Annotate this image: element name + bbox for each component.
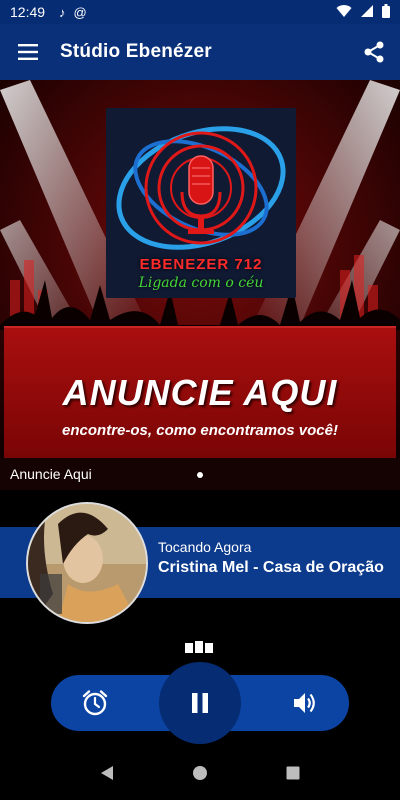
- back-triangle-icon: [100, 765, 113, 780]
- hamburger-menu-icon: [18, 44, 38, 60]
- ad-subtitle: encontre-os, como encontramos você!: [62, 422, 338, 439]
- ad-title: ANUNCIE AQUI: [62, 372, 338, 413]
- status-time: 12:49: [10, 4, 46, 20]
- share-button[interactable]: [348, 24, 400, 80]
- at-icon: @: [73, 4, 87, 20]
- carousel-indicator-dot[interactable]: [197, 472, 203, 478]
- album-cover: [26, 502, 148, 624]
- slide-caption: Anuncie Aqui: [10, 466, 92, 482]
- volume-button[interactable]: [285, 683, 325, 723]
- logo-tagline-text: Ligada com o céu: [138, 275, 264, 291]
- equalizer-icon: [185, 641, 213, 653]
- now-playing-track: Cristina Mel - Casa de Oração: [158, 559, 384, 576]
- app-bar: Stúdio Ebenézer: [0, 24, 400, 80]
- app-title: Stúdio Ebenézer: [60, 41, 212, 62]
- home-button[interactable]: [192, 765, 208, 786]
- share-icon: [364, 41, 384, 63]
- album-art-image: [28, 504, 146, 622]
- app-screen: 12:49 ♪ @ Stúdio Ebenézer EBENEZER 712 L…: [0, 0, 400, 800]
- music-note-icon: ♪: [59, 4, 66, 20]
- menu-button[interactable]: [0, 24, 56, 80]
- status-bar: 12:49 ♪ @: [0, 0, 400, 24]
- alarm-button[interactable]: [75, 683, 115, 723]
- now-playing-label: Tocando Agora: [158, 539, 252, 555]
- pause-icon: [192, 693, 208, 713]
- home-circle-icon: [192, 765, 207, 780]
- logo-brand-text: EBENEZER 712: [139, 256, 263, 273]
- pause-button[interactable]: [159, 662, 241, 744]
- back-button[interactable]: [99, 765, 115, 786]
- alarm-clock-icon: [82, 690, 108, 716]
- ad-carousel[interactable]: EBENEZER 712 Ligada com o céu ANUNCIE AQ…: [0, 80, 400, 490]
- wifi-icon: [336, 4, 352, 21]
- system-nav-bar: [0, 750, 400, 800]
- signal-icon: [360, 4, 374, 21]
- station-logo: EBENEZER 712 Ligada com o céu: [106, 108, 296, 298]
- ad-banner[interactable]: ANUNCIE AQUI encontre-os, como encontram…: [4, 326, 396, 458]
- recents-square-icon: [286, 766, 300, 779]
- recents-button[interactable]: [285, 765, 301, 786]
- battery-icon: [382, 3, 390, 21]
- volume-icon: [294, 693, 315, 713]
